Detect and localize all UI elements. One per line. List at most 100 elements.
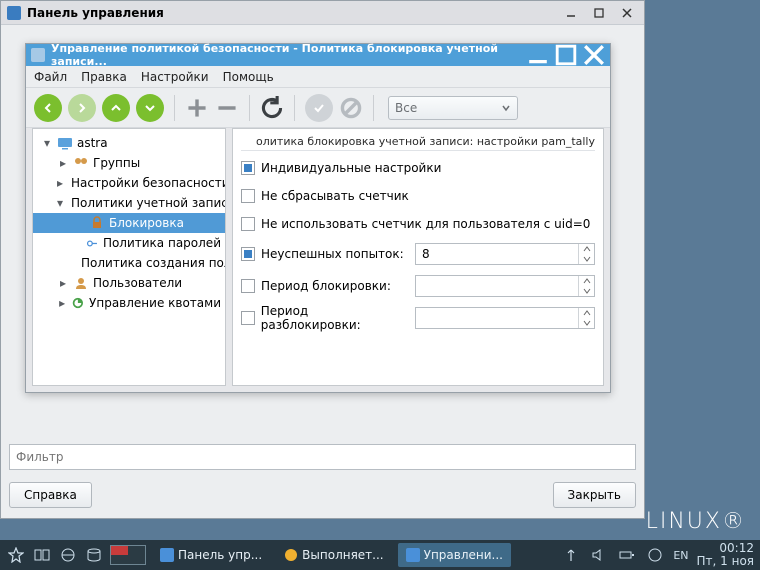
add-icon[interactable] (185, 96, 209, 120)
tree-label: Политика создания пол... (81, 256, 226, 270)
menu-file[interactable]: Файл (34, 70, 67, 84)
spin-input[interactable] (416, 308, 578, 328)
refresh-icon[interactable] (260, 96, 284, 120)
checkbox-icon[interactable] (241, 311, 255, 325)
maximize-icon[interactable] (588, 5, 610, 21)
menu-edit[interactable]: Правка (81, 70, 127, 84)
tree-label: Политика паролей (103, 236, 221, 250)
menu-settings[interactable]: Настройки (141, 70, 209, 84)
spin-unlock[interactable] (415, 307, 595, 329)
users-icon (73, 156, 89, 170)
detail-pane: олитика блокировка учетной записи: настр… (232, 128, 604, 386)
tree-item-lock[interactable]: Блокировка (33, 213, 225, 233)
remove-icon[interactable] (215, 96, 239, 120)
cancel-icon[interactable] (339, 96, 363, 120)
checkbox-icon[interactable] (241, 247, 255, 261)
check-individual[interactable]: Индивидуальные настройки (241, 157, 595, 179)
combo-label: Все (395, 101, 417, 115)
browser-icon[interactable] (58, 545, 78, 565)
linux-watermark: LINUX® (646, 509, 746, 534)
workspace-pager[interactable] (110, 545, 146, 565)
battery-icon[interactable] (617, 545, 637, 565)
nav-down-icon[interactable] (136, 94, 164, 122)
maximize-icon[interactable] (555, 44, 577, 66)
tree-label: Блокировка (109, 216, 184, 230)
app-icon (31, 48, 45, 62)
task-control-panel[interactable]: Панель упр... (152, 543, 270, 567)
disk-icon[interactable] (84, 545, 104, 565)
outer-titlebar[interactable]: Панель управления (1, 1, 644, 25)
taskbar[interactable]: Панель упр... Выполняет... Управлени... … (0, 540, 760, 570)
checkbox-icon[interactable] (241, 161, 255, 175)
menu-help[interactable]: Помощь (223, 70, 274, 84)
check-label: Не использовать счетчик для пользователя… (261, 217, 590, 231)
network-icon[interactable] (645, 545, 665, 565)
start-icon[interactable] (6, 545, 26, 565)
tree-root-label: astra (77, 136, 108, 150)
expand-icon[interactable]: ▸ (57, 176, 63, 190)
clock[interactable]: 00:12 Пт, 1 ноя (697, 542, 755, 567)
spin-down-icon[interactable] (579, 254, 594, 264)
tree-label: Группы (93, 156, 140, 170)
field-attempts: Неуспешных попыток: (241, 241, 595, 267)
check-no-reset[interactable]: Не сбрасывать счетчик (241, 185, 595, 207)
tree-pane[interactable]: ▾ astra ▸Группы ▸Настройки безопасности … (32, 128, 226, 386)
minimize-icon[interactable] (560, 5, 582, 21)
expand-icon[interactable]: ▸ (57, 156, 69, 170)
help-button[interactable]: Справка (9, 482, 92, 508)
tree-item-password-policy[interactable]: Политика паролей (33, 233, 225, 253)
filter-combo[interactable]: Все (388, 96, 518, 120)
spin-attempts[interactable] (415, 243, 595, 265)
spin-input[interactable] (416, 244, 578, 264)
minimize-icon[interactable] (527, 44, 549, 66)
files-icon[interactable] (32, 545, 52, 565)
spin-down-icon[interactable] (579, 286, 594, 296)
field-label: Неуспешных попыток: (261, 247, 404, 261)
outer-title: Панель управления (27, 6, 554, 20)
spin-down-icon[interactable] (579, 318, 594, 328)
checkbox-icon[interactable] (241, 279, 255, 293)
tree-item-account-policies[interactable]: ▾Политики учетной записи (33, 193, 225, 213)
expand-icon[interactable]: ▸ (57, 296, 67, 310)
lang-indicator[interactable]: EN (673, 549, 688, 562)
close-button[interactable]: Закрыть (553, 482, 636, 508)
nav-back-icon[interactable] (34, 94, 62, 122)
check-label: Не сбрасывать счетчик (261, 189, 409, 203)
volume-icon[interactable] (589, 545, 609, 565)
tree-item-users[interactable]: ▸ Пользователи (33, 273, 225, 293)
spin-up-icon[interactable] (579, 244, 594, 254)
spin-up-icon[interactable] (579, 308, 594, 318)
check-uid0[interactable]: Не использовать счетчик для пользователя… (241, 213, 595, 235)
expand-icon[interactable]: ▸ (57, 276, 69, 290)
tree-item-security[interactable]: ▸Настройки безопасности (33, 173, 225, 193)
spin-input[interactable] (416, 276, 578, 296)
tree-root[interactable]: ▾ astra (33, 133, 225, 153)
checkbox-icon[interactable] (241, 189, 255, 203)
task-label: Выполняет... (302, 548, 383, 562)
inner-titlebar[interactable]: Управление политикой безопасности - Поли… (26, 44, 610, 66)
nav-forward-icon[interactable] (68, 94, 96, 122)
spin-lock[interactable] (415, 275, 595, 297)
checkbox-icon[interactable] (241, 217, 255, 231)
tree-label: Пользователи (93, 276, 182, 290)
lock-icon (89, 216, 105, 230)
apply-icon[interactable] (305, 94, 333, 122)
collapse-icon[interactable]: ▾ (41, 136, 53, 150)
task-management[interactable]: Управлени... (398, 543, 511, 567)
field-label: Период разблокировки: (261, 304, 409, 332)
task-icon (160, 548, 174, 562)
tree-item-groups[interactable]: ▸ Группы (33, 153, 225, 173)
collapse-icon[interactable]: ▾ (57, 196, 63, 210)
tree-item-creation-policy[interactable]: Политика создания пол... (33, 253, 225, 273)
field-label: Период блокировки: (261, 279, 391, 293)
task-running[interactable]: Выполняет... (276, 543, 391, 567)
task-label: Панель упр... (178, 548, 262, 562)
nav-up-icon[interactable] (102, 94, 130, 122)
close-icon[interactable] (616, 5, 638, 21)
close-icon[interactable] (583, 44, 605, 66)
spin-up-icon[interactable] (579, 276, 594, 286)
person-icon (73, 276, 89, 290)
usb-icon[interactable] (561, 545, 581, 565)
filter-input[interactable] (9, 444, 636, 470)
tree-item-quotas[interactable]: ▸Управление квотами (33, 293, 225, 313)
